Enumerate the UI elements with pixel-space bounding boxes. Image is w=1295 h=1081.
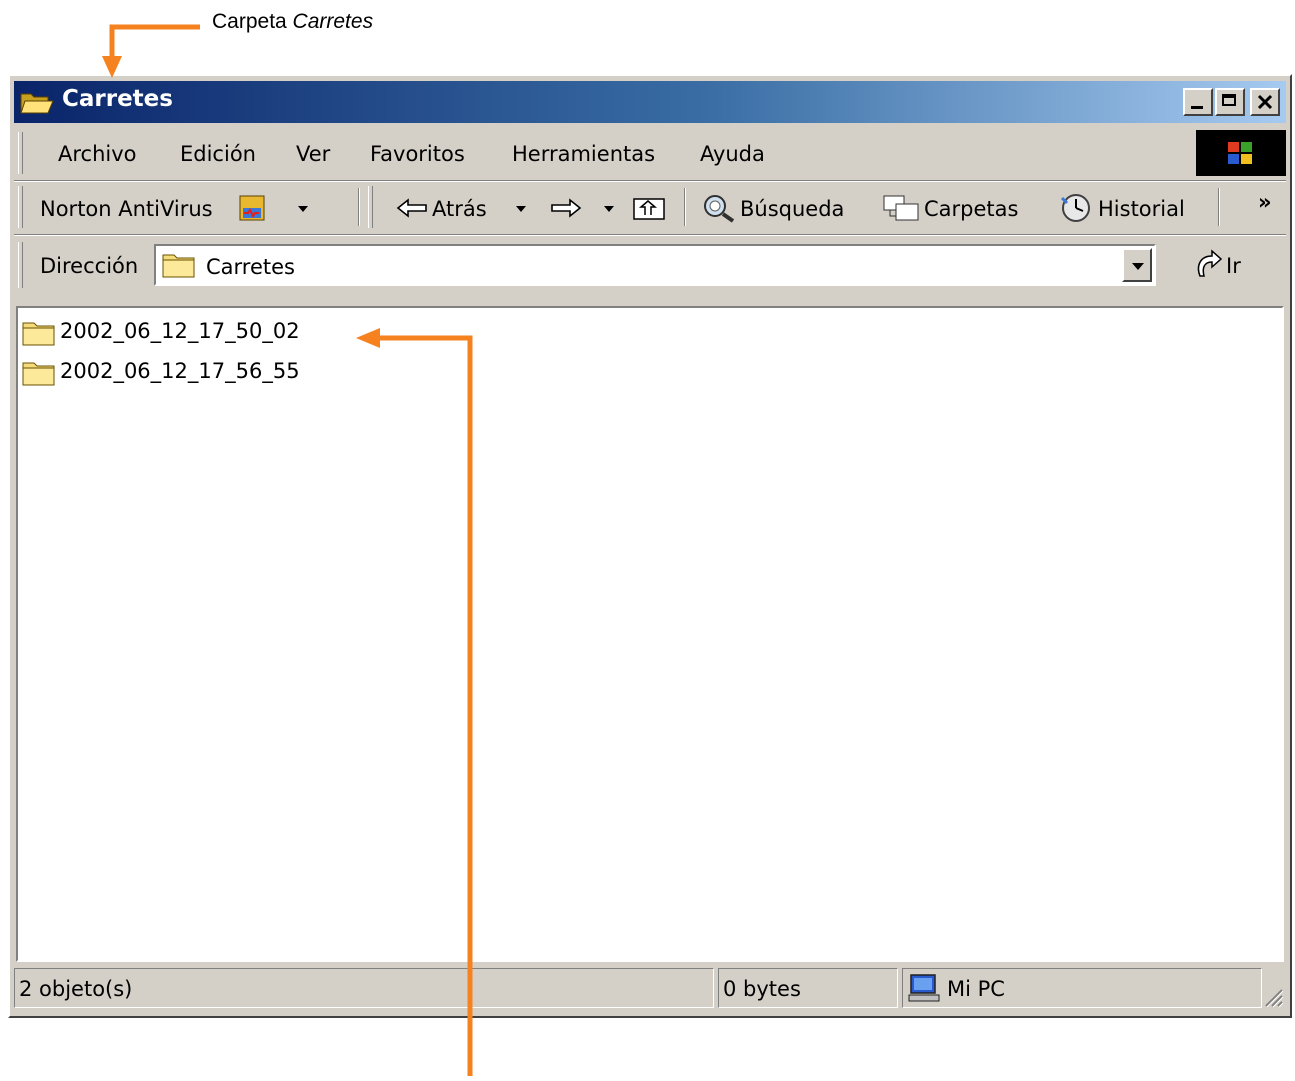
computer-icon xyxy=(908,974,940,1002)
maximize-button[interactable] xyxy=(1215,88,1245,116)
norton-icon[interactable] xyxy=(238,194,268,222)
folder-icon xyxy=(22,362,55,386)
folder-icon xyxy=(22,322,55,346)
close-icon xyxy=(1257,94,1273,110)
windows-logo xyxy=(1196,130,1286,176)
address-label: Dirección xyxy=(40,254,139,278)
norton-antivirus-label: Norton AntiVirus xyxy=(40,197,213,221)
open-folder-icon xyxy=(20,93,54,114)
folders-icon[interactable] xyxy=(882,194,922,222)
close-button[interactable] xyxy=(1250,88,1280,116)
status-objects: 2 objeto(s) xyxy=(19,977,133,1001)
norton-dropdown-arrow[interactable] xyxy=(298,206,308,212)
status-size-pane: 0 bytes xyxy=(718,968,898,1008)
history-button[interactable]: Historial xyxy=(1098,197,1185,221)
menu-edicion[interactable]: Edición xyxy=(180,142,256,166)
back-button[interactable]: Atrás xyxy=(432,197,487,221)
status-zone-pane: Mi PC xyxy=(902,968,1262,1008)
toolbar-separator xyxy=(358,188,360,226)
menu-ayuda[interactable]: Ayuda xyxy=(700,142,765,166)
window-title: Carretes xyxy=(62,86,173,112)
address-value: Carretes xyxy=(206,255,295,279)
search-icon[interactable] xyxy=(702,193,736,223)
forward-dropdown-arrow[interactable] xyxy=(604,206,614,212)
folder-icon xyxy=(162,254,195,278)
toolbar: Norton AntiVirus Atrás Búsqueda Carpetas… xyxy=(14,182,1286,232)
menu-herramientas[interactable]: Herramientas xyxy=(512,142,655,166)
history-icon[interactable] xyxy=(1058,192,1098,224)
menu-favoritos[interactable]: Favoritos xyxy=(370,142,465,166)
toolbar-separator-line xyxy=(14,234,1286,236)
back-arrow-icon[interactable] xyxy=(396,198,428,218)
forward-arrow-icon[interactable] xyxy=(550,198,582,218)
title-bar[interactable]: Carretes xyxy=(14,81,1286,123)
status-bar: 2 objeto(s) 0 bytes Mi PC xyxy=(14,966,1286,1010)
toolbar-separator-2 xyxy=(684,188,686,226)
menu-archivo[interactable]: Archivo xyxy=(58,142,137,166)
status-zone: Mi PC xyxy=(947,977,1005,1001)
status-objects-pane: 2 objeto(s) xyxy=(14,968,714,1008)
menu-ver[interactable]: Ver xyxy=(296,142,330,166)
file-name: 2002_06_12_17_50_02 xyxy=(60,319,300,343)
address-dropdown-button[interactable] xyxy=(1122,248,1152,282)
address-grip[interactable] xyxy=(18,242,23,288)
folders-button[interactable]: Carpetas xyxy=(924,197,1018,221)
chevron-down-icon xyxy=(1132,263,1144,270)
search-button[interactable]: Búsqueda xyxy=(740,197,844,221)
file-list[interactable]: 2002_06_12_17_50_02 2002_06_12_17_56_55 xyxy=(16,306,1284,962)
back-dropdown-arrow[interactable] xyxy=(516,206,526,212)
address-input[interactable]: Carretes xyxy=(154,244,1156,286)
toolbar-grip-2[interactable] xyxy=(368,186,373,228)
up-folder-icon[interactable] xyxy=(632,195,666,221)
toolbar-separator-3 xyxy=(1218,188,1220,226)
menu-bar: Archivo Edición Ver Favoritos Herramient… xyxy=(14,128,1286,178)
more-chevron[interactable]: » xyxy=(1258,190,1272,214)
annotation-label: Carpeta Carretes xyxy=(212,10,374,33)
annotation-arrow-title xyxy=(109,24,200,58)
address-bar: Dirección Carretes Ir xyxy=(14,238,1286,292)
toolbar-grip[interactable] xyxy=(18,186,23,228)
go-button[interactable]: Ir xyxy=(1226,254,1241,278)
windows-flag-icon xyxy=(1228,142,1252,164)
explorer-window: Carretes Archivo Edición Ver Favoritos H… xyxy=(8,74,1292,1018)
menu-grip[interactable] xyxy=(18,132,23,174)
go-arrow-icon[interactable] xyxy=(1194,248,1224,280)
resize-grip[interactable] xyxy=(1262,986,1284,1008)
status-size: 0 bytes xyxy=(723,977,801,1001)
minimize-button[interactable] xyxy=(1183,88,1213,116)
file-name: 2002_06_12_17_56_55 xyxy=(60,359,300,383)
